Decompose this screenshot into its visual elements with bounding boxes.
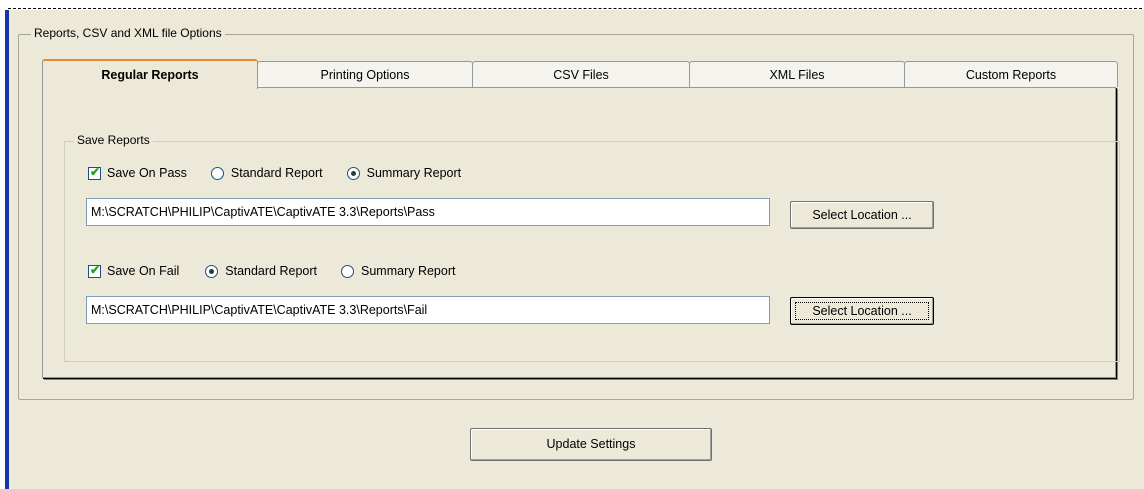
pass-standard-report-label: Standard Report bbox=[230, 166, 323, 180]
fail-standard-report-label: Standard Report bbox=[225, 264, 317, 278]
save-reports-title: Save Reports bbox=[74, 133, 153, 147]
save-on-pass-label: Save On Pass bbox=[107, 166, 187, 180]
checkmark-icon: ✔ bbox=[90, 262, 101, 277]
radio-off-icon[interactable] bbox=[210, 166, 224, 180]
window-dotted-border bbox=[8, 8, 1142, 9]
fail-select-location-label: Select Location ... bbox=[812, 304, 912, 318]
radio-on-icon[interactable] bbox=[346, 166, 360, 180]
save-on-fail-label: Save On Fail bbox=[107, 264, 180, 278]
pass-select-location-label: Select Location ... bbox=[812, 208, 912, 222]
update-settings-label: Update Settings bbox=[546, 437, 636, 451]
pass-select-location-button[interactable]: Select Location ... bbox=[790, 201, 934, 229]
checkbox-box[interactable]: ✔ bbox=[88, 164, 101, 180]
tab-strip: Regular Reports Printing Options CSV Fil… bbox=[42, 59, 1118, 89]
fail-select-location-button[interactable]: Select Location ... bbox=[790, 297, 934, 325]
update-settings-button[interactable]: Update Settings bbox=[470, 428, 712, 461]
pass-summary-report-radio[interactable]: Summary Report bbox=[346, 166, 462, 180]
checkmark-icon: ✔ bbox=[90, 164, 101, 179]
radio-off-icon[interactable] bbox=[341, 264, 354, 278]
fail-standard-report-radio[interactable]: Standard Report bbox=[205, 264, 317, 278]
pass-path-input[interactable] bbox=[86, 198, 770, 226]
tab-xml-files[interactable]: XML Files bbox=[689, 61, 905, 87]
fail-path-input[interactable] bbox=[86, 296, 770, 324]
options-groupbox-title: Reports, CSV and XML file Options bbox=[31, 26, 225, 40]
save-on-fail-row: ✔ Save On Fail Standard Report Summary R… bbox=[88, 262, 455, 278]
tab-printing-options[interactable]: Printing Options bbox=[257, 61, 473, 87]
save-on-fail-checkbox[interactable]: ✔ Save On Fail bbox=[88, 262, 180, 278]
fail-summary-report-label: Summary Report bbox=[361, 264, 456, 278]
save-on-pass-checkbox[interactable]: ✔ Save On Pass bbox=[88, 164, 187, 180]
checkbox-box[interactable]: ✔ bbox=[88, 262, 101, 278]
tab-regular-reports[interactable]: Regular Reports bbox=[42, 59, 258, 89]
pass-summary-report-label: Summary Report bbox=[366, 166, 462, 180]
radio-on-icon[interactable] bbox=[205, 264, 219, 278]
tab-csv-files[interactable]: CSV Files bbox=[472, 61, 690, 87]
save-on-pass-row: ✔ Save On Pass Standard Report Summary R… bbox=[88, 164, 462, 180]
fail-summary-report-radio[interactable]: Summary Report bbox=[341, 264, 455, 278]
pass-standard-report-radio[interactable]: Standard Report bbox=[210, 166, 323, 180]
tab-custom-reports[interactable]: Custom Reports bbox=[904, 61, 1118, 87]
